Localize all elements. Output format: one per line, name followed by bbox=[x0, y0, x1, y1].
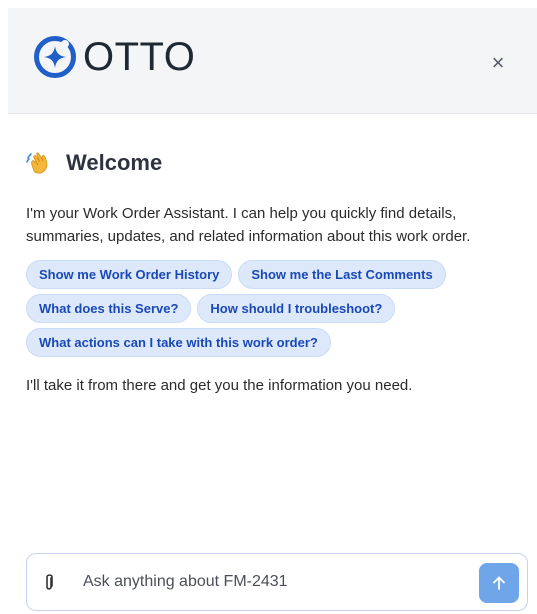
message-composer bbox=[26, 553, 528, 611]
suggestion-chips: Show me Work Order History Show me the L… bbox=[26, 260, 506, 357]
logo-text: OTTO bbox=[83, 35, 196, 79]
intro-text: I'm your Work Order Assistant. I can hel… bbox=[26, 205, 471, 245]
waving-hand-icon bbox=[26, 152, 48, 174]
message-input[interactable] bbox=[83, 566, 463, 598]
paperclip-icon[interactable] bbox=[43, 573, 55, 593]
otto-logo: OTTO bbox=[33, 35, 195, 79]
welcome-heading: Welcome bbox=[26, 148, 516, 178]
arrow-up-icon bbox=[493, 576, 505, 590]
suggestion-chip-troubleshoot[interactable]: How should I troubleshoot? bbox=[197, 294, 396, 323]
suggestion-chip-actions[interactable]: What actions can I take with this work o… bbox=[26, 328, 331, 357]
suggestion-chip-what-does-this-serve[interactable]: What does this Serve? bbox=[26, 294, 192, 323]
suggestion-chip-work-order-history[interactable]: Show me Work Order History bbox=[26, 260, 233, 289]
header: OTTO × bbox=[8, 8, 537, 114]
assistant-panel: OTTO × Welcome I'm your Work Order Assis… bbox=[0, 0, 537, 614]
suggestion-chip-last-comments[interactable]: Show me the Last Comments bbox=[238, 260, 446, 289]
close-icon[interactable]: × bbox=[492, 50, 505, 75]
send-button[interactable] bbox=[479, 563, 519, 603]
close-button[interactable]: × bbox=[487, 52, 509, 74]
chat-content: Welcome I'm your Work Order Assistant. I… bbox=[26, 148, 516, 397]
otto-star-circle-icon bbox=[34, 36, 76, 78]
welcome-title: Welcome bbox=[66, 150, 163, 175]
outro-text: I'll take it from there and get you the … bbox=[26, 377, 413, 394]
